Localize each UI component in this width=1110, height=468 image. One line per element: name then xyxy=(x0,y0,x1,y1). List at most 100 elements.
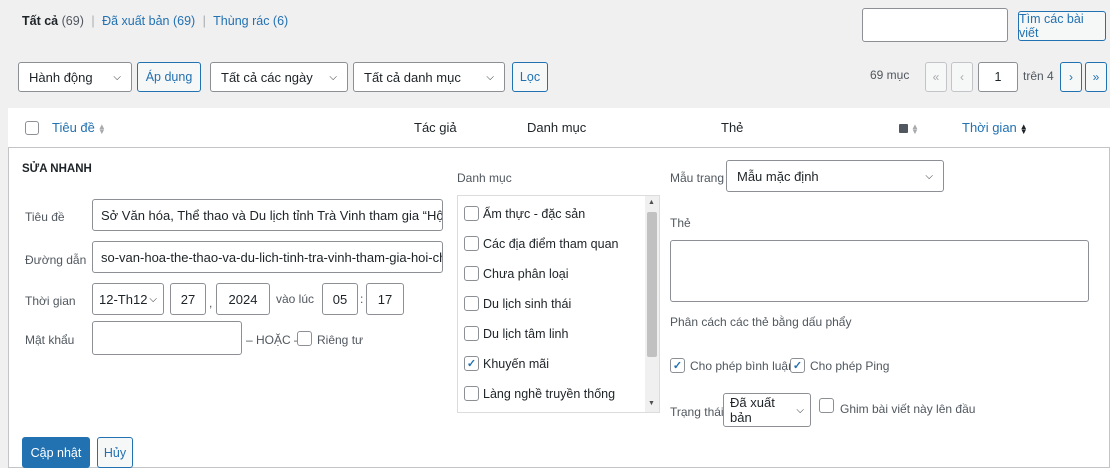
total-pages: trên 4 xyxy=(1023,69,1054,83)
category-label: Chưa phân loại xyxy=(483,266,569,281)
views-filter: Tất cả (69) | Đã xuất bản (69) | Thùng r… xyxy=(22,14,288,28)
slug-input[interactable]: so-van-hoa-the-thao-va-du-lich-tinh-tra-… xyxy=(92,241,443,273)
last-page-button[interactable]: » xyxy=(1085,62,1107,92)
category-checkbox[interactable] xyxy=(464,266,479,281)
category-checkbox[interactable] xyxy=(464,206,479,221)
select-all-checkbox[interactable] xyxy=(25,121,39,135)
checkmark-icon: ✓ xyxy=(466,358,477,370)
sort-icon: ▲ ▼ xyxy=(97,121,106,136)
date-filter-value: Tất cả các ngày xyxy=(221,69,313,85)
category-label: Làng nghề truyền thống xyxy=(483,386,616,401)
quick-edit-heading: SỬA NHANH xyxy=(22,163,92,175)
bulk-action-value: Hành động xyxy=(29,69,93,85)
chevron-down-icon: ⌵ xyxy=(796,404,804,416)
scrollbar-thumb[interactable] xyxy=(647,212,657,357)
next-page-button[interactable]: › xyxy=(1060,62,1082,92)
private-checkbox[interactable] xyxy=(297,331,312,346)
scroll-up-icon[interactable]: ▲ xyxy=(648,199,655,206)
chevron-down-icon: ⌵ xyxy=(925,170,933,182)
category-item[interactable]: Du lịch tâm linh xyxy=(464,326,568,341)
search-button[interactable]: Tìm các bài viết xyxy=(1018,11,1106,41)
title-label: Tiêu đề xyxy=(25,210,65,224)
checkmark-icon: ✓ xyxy=(672,360,683,372)
tags-hint: Phân cách các thẻ bằng dấu phẩy xyxy=(670,315,852,329)
column-category: Danh mục xyxy=(527,120,587,135)
update-button[interactable]: Cập nhật xyxy=(22,437,90,468)
year-input[interactable]: 2024 xyxy=(216,283,270,315)
filter-button[interactable]: Lọc xyxy=(512,62,548,92)
date-label: Thời gian xyxy=(25,294,76,308)
category-checkbox[interactable] xyxy=(464,386,479,401)
views-separator: | xyxy=(202,14,206,28)
chevron-down-icon: ⌵ xyxy=(329,71,337,83)
category-item[interactable]: Chưa phân loại xyxy=(464,266,569,281)
category-filter-select[interactable]: Tất cả danh mục ⌵ xyxy=(353,62,505,92)
category-item[interactable]: Các địa điểm tham quan xyxy=(464,236,619,251)
category-label: Các địa điểm tham quan xyxy=(483,236,619,251)
category-label: Ẩm thực - đặc sản xyxy=(483,206,586,221)
day-input[interactable]: 27 xyxy=(170,283,206,315)
status-label: Trạng thái xyxy=(670,405,724,419)
template-label: Mẫu trang xyxy=(670,171,725,185)
category-checkbox[interactable] xyxy=(464,296,479,311)
category-filter-value: Tất cả danh mục xyxy=(364,69,461,85)
template-value: Mẫu mặc định xyxy=(737,168,819,184)
search-input[interactable] xyxy=(862,8,1008,42)
sticky-label: Ghim bài viết này lên đầu xyxy=(840,402,976,416)
category-checkbox[interactable] xyxy=(464,326,479,341)
category-item[interactable]: Du lịch sinh thái xyxy=(464,296,571,311)
view-all-count: (69) xyxy=(61,14,84,28)
apply-button[interactable]: Áp dụng xyxy=(137,62,201,92)
tags-textarea[interactable] xyxy=(670,240,1089,302)
category-label: Du lịch tâm linh xyxy=(483,326,569,341)
template-select[interactable]: Mẫu mặc định ⌵ xyxy=(726,160,944,192)
category-checklist[interactable]: Ẩm thực - đặc sản Các địa điểm tham quan C… xyxy=(457,195,660,413)
current-page-input[interactable]: 1 xyxy=(978,62,1018,92)
sort-icon: ▲ ▼ xyxy=(911,121,919,136)
date-filter-select[interactable]: Tất cả các ngày ⌵ xyxy=(210,62,348,92)
allow-pings-checkbox[interactable]: ✓ xyxy=(790,358,805,373)
month-select[interactable]: 12-Th12 ⌵ xyxy=(92,283,164,315)
time-colon: : xyxy=(360,292,364,306)
categories-label: Danh mục xyxy=(457,171,512,185)
sticky-checkbox[interactable] xyxy=(819,398,834,413)
chevron-down-icon: ⌵ xyxy=(113,71,121,83)
slug-label: Đường dẫn xyxy=(25,253,87,267)
at-label: vào lúc xyxy=(276,292,315,306)
allow-pings-label: Cho phép Ping xyxy=(810,359,890,373)
password-input[interactable] xyxy=(92,321,242,355)
password-label: Mật khẩu xyxy=(25,333,75,347)
column-author: Tác giả xyxy=(414,120,457,135)
column-title[interactable]: Tiêu đề ▲ ▼ xyxy=(52,120,106,135)
hour-input[interactable]: 05 xyxy=(322,283,358,315)
minute-input[interactable]: 17 xyxy=(366,283,404,315)
sort-icon: ▲ ▼ xyxy=(1019,121,1028,136)
category-item[interactable]: Làng nghề truyền thống xyxy=(464,386,615,401)
bulk-action-select[interactable]: Hành động ⌵ xyxy=(18,62,132,92)
views-separator: | xyxy=(91,14,95,28)
chevron-down-icon: ⌵ xyxy=(486,71,494,83)
status-value: Đã xuất bản xyxy=(730,395,775,425)
cancel-button[interactable]: Hủy xyxy=(97,437,133,468)
chevron-down-icon: ⌵ xyxy=(149,293,157,305)
column-date-label[interactable]: Thời gian xyxy=(962,120,1017,135)
status-select[interactable]: Đã xuất bản ⌵ xyxy=(723,393,811,427)
category-item[interactable]: Ẩm thực - đặc sản xyxy=(464,206,585,221)
view-trash[interactable]: Thùng rác (6) xyxy=(213,14,288,28)
column-date[interactable]: Thời gian ▲ ▼ xyxy=(962,120,1028,135)
column-title-label[interactable]: Tiêu đề xyxy=(52,120,95,135)
comment-icon xyxy=(899,124,908,134)
category-checkbox[interactable]: ✓ xyxy=(464,356,479,371)
allow-comments-checkbox[interactable]: ✓ xyxy=(670,358,685,373)
column-comments[interactable]: ▲ ▼ xyxy=(899,120,919,135)
title-input[interactable]: Sở Văn hóa, Thể thao và Du lịch tỉnh Trà… xyxy=(92,199,443,231)
category-label: Khuyến mãi xyxy=(483,356,550,371)
prev-page-button[interactable]: ‹ xyxy=(951,62,973,92)
view-all[interactable]: Tất cả xyxy=(22,14,58,28)
category-checkbox[interactable] xyxy=(464,236,479,251)
first-page-button[interactable]: « xyxy=(925,62,947,92)
view-published[interactable]: Đã xuất bản (69) xyxy=(102,14,195,28)
category-item[interactable]: ✓ Khuyến mãi xyxy=(464,356,549,371)
month-value: 12-Th12 xyxy=(99,291,148,307)
scroll-down-icon[interactable]: ▼ xyxy=(648,400,655,407)
